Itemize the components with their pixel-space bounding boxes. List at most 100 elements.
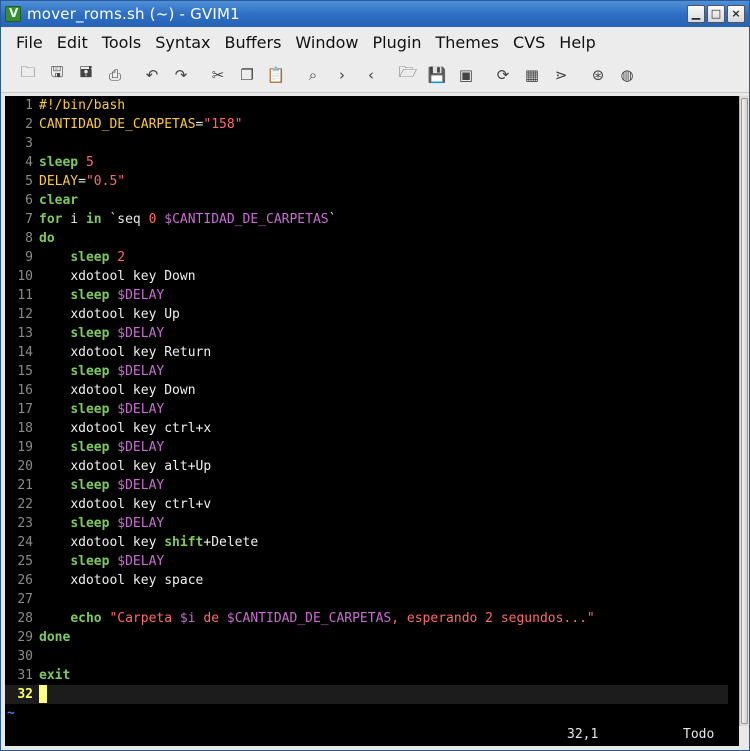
line-number: 24 <box>17 535 33 550</box>
line-number: 27 <box>17 592 33 607</box>
code-line[interactable]: 27 <box>5 590 739 609</box>
code-line[interactable]: 13 sleep $DELAY <box>5 324 739 343</box>
code-line[interactable]: 16 xdotool key Down <box>5 381 739 400</box>
line-number: 7 <box>25 212 33 227</box>
code-line[interactable]: 1 #!/bin/bash <box>5 96 739 115</box>
menu-themes[interactable]: Themes <box>428 33 506 52</box>
find-help-icon[interactable]: ◍ <box>616 64 638 86</box>
tags-jump-icon[interactable]: ⋗ <box>550 64 572 86</box>
code-line[interactable]: 30 <box>5 647 739 666</box>
code-line[interactable]: 32 <box>5 685 728 704</box>
copy-icon[interactable]: ❐ <box>236 64 258 86</box>
find-icon[interactable]: ⌕ <box>302 64 324 86</box>
menu-edit[interactable]: Edit <box>50 33 95 52</box>
code-line[interactable]: 8 do <box>5 229 739 248</box>
code-line[interactable]: 19 sleep $DELAY <box>5 438 739 457</box>
code-line[interactable]: 20 xdotool key alt+Up <box>5 457 739 476</box>
line-code: sleep $DELAY <box>39 552 164 571</box>
help-icon[interactable]: ⊛ <box>587 64 609 86</box>
line-code: xdotool key Return <box>39 343 211 362</box>
code-token: xdotool key alt+Up <box>70 459 212 474</box>
line-number: 8 <box>25 231 33 246</box>
line-number: 3 <box>25 136 33 151</box>
line-code: CANTIDAD_DE_CARPETAS="158" <box>39 115 243 134</box>
code-line[interactable]: 25 sleep $DELAY <box>5 552 739 571</box>
code-line[interactable]: 12 xdotool key Up <box>5 305 739 324</box>
vertical-scrollbar[interactable] <box>739 96 749 726</box>
code-token: xdotool key space <box>70 573 204 588</box>
code-line[interactable]: 22 xdotool key ctrl+v <box>5 495 739 514</box>
menu-buffers[interactable]: Buffers <box>218 33 289 52</box>
code-line[interactable]: 28 echo "Carpeta $i de $CANTIDAD_DE_CARP… <box>5 609 739 628</box>
code-line[interactable]: 26 xdotool key space <box>5 571 739 590</box>
undo-icon[interactable]: ↶ <box>141 64 163 86</box>
menu-file[interactable]: File <box>9 33 50 52</box>
code-token: $DELAY <box>117 402 165 417</box>
load-session-icon[interactable]: 🗁 <box>397 63 419 86</box>
menu-tools[interactable]: Tools <box>95 33 148 52</box>
code-line[interactable]: 31 exit <box>5 666 739 685</box>
code-line[interactable]: 3 <box>5 134 739 153</box>
shell-icon[interactable]: ▦ <box>521 64 543 86</box>
line-code: sleep $DELAY <box>39 362 164 381</box>
line-number: 14 <box>17 345 33 360</box>
code-line[interactable]: 9 sleep 2 <box>5 248 739 267</box>
save-all-icon[interactable]: 🖬 <box>75 63 97 86</box>
code-line[interactable]: 24 xdotool key shift+Delete <box>5 533 739 552</box>
code-token: xdotool key <box>70 535 165 550</box>
editor-buffer[interactable]: 1 #!/bin/bash 2 CANTIDAD_DE_CARPETAS="158" 3… <box>5 96 739 726</box>
code-line[interactable]: 23 sleep $DELAY <box>5 514 739 533</box>
code-line[interactable]: 15 sleep $DELAY <box>5 362 739 381</box>
open-icon[interactable]: 🗀 <box>17 63 39 86</box>
line-code: xdotool key Down <box>39 267 195 286</box>
redo-icon[interactable]: ↷ <box>170 64 192 86</box>
code-line[interactable]: 2 CANTIDAD_DE_CARPETAS="158" <box>5 115 739 134</box>
code-line[interactable]: 18 xdotool key ctrl+x <box>5 419 739 438</box>
title-bar[interactable]: mover_roms.sh (~) - GVIM1 ▁ □ × <box>1 1 749 27</box>
save-session-icon[interactable]: 💾 <box>426 64 448 86</box>
scrollbar-thumb[interactable] <box>741 98 748 724</box>
menu-plugin[interactable]: Plugin <box>366 33 429 52</box>
code-line[interactable]: 6 clear <box>5 191 739 210</box>
code-token: $i <box>179 611 196 626</box>
save-icon[interactable]: 🖫 <box>46 63 68 86</box>
line-number: 17 <box>17 402 33 417</box>
line-code: sleep $DELAY <box>39 400 164 419</box>
window-title: mover_roms.sh (~) - GVIM1 <box>27 5 240 23</box>
paste-icon[interactable]: 📋 <box>265 64 287 86</box>
find-next-icon[interactable]: › <box>331 64 353 86</box>
line-code: sleep $DELAY <box>39 286 164 305</box>
code-line[interactable]: 14 xdotool key Return <box>5 343 739 362</box>
maximize-button[interactable]: □ <box>707 5 725 23</box>
code-line[interactable]: 7 for i in `seq 0 $CANTIDAD_DE_CARPETAS` <box>5 210 739 229</box>
menu-help[interactable]: Help <box>552 33 602 52</box>
code-token: xdotool key Up <box>70 307 180 322</box>
make-icon[interactable]: ⟳ <box>492 64 514 86</box>
menu-cvs[interactable]: CVS <box>506 33 552 52</box>
code-line[interactable]: 21 sleep $DELAY <box>5 476 739 495</box>
code-line[interactable]: 11 sleep $DELAY <box>5 286 739 305</box>
code-token: sleep <box>70 326 110 341</box>
code-line[interactable]: 17 sleep $DELAY <box>5 400 739 419</box>
close-button[interactable]: × <box>727 5 745 23</box>
code-token: for <box>39 212 63 227</box>
line-number: 5 <box>25 174 33 189</box>
line-code: DELAY="0.5" <box>39 172 125 191</box>
code-line[interactable]: 10 xdotool key Down <box>5 267 739 286</box>
minimize-button[interactable]: ▁ <box>687 5 705 23</box>
run-script-icon[interactable]: ▣ <box>455 64 477 86</box>
print-icon[interactable]: ⎙ <box>104 64 126 86</box>
find-prev-icon[interactable]: ‹ <box>360 64 382 86</box>
line-code: sleep $DELAY <box>39 438 164 457</box>
line-code: xdotool key ctrl+x <box>39 419 211 438</box>
code-line[interactable]: 29 done <box>5 628 739 647</box>
menu-syntax[interactable]: Syntax <box>148 33 217 52</box>
code-line[interactable]: 4 sleep 5 <box>5 153 739 172</box>
code-line[interactable]: 5 DELAY="0.5" <box>5 172 739 191</box>
menu-window[interactable]: Window <box>288 33 365 52</box>
cut-icon[interactable]: ✂ <box>207 64 229 86</box>
line-code: xdotool key shift+Delete <box>39 533 258 552</box>
